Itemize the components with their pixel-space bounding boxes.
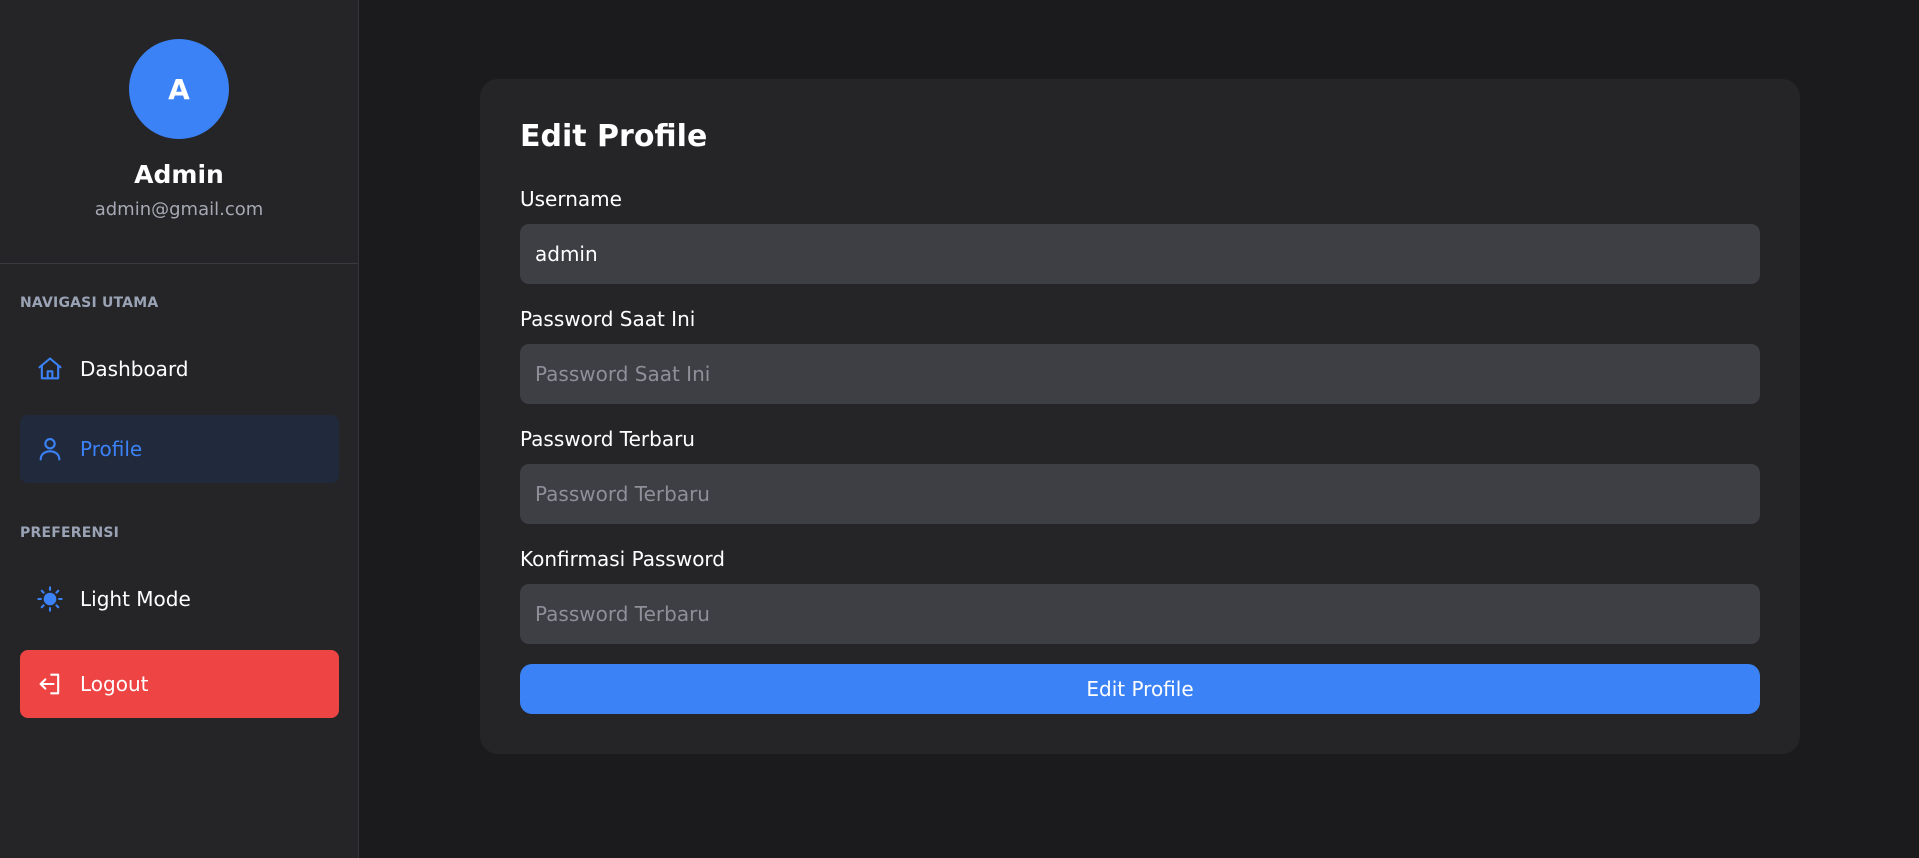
new-password-label: Password Terbaru	[520, 427, 695, 451]
sidebar-item-label: Profile	[80, 437, 143, 461]
sidebar-item-profile[interactable]: Profile	[20, 415, 339, 483]
current-password-label: Password Saat Ini	[520, 307, 696, 331]
user-icon	[35, 434, 65, 464]
username-label: Username	[520, 187, 622, 211]
edit-profile-card: Edit Profile Username Password Saat Ini …	[480, 79, 1800, 754]
user-email: admin@gmail.com	[94, 199, 264, 220]
light-mode-toggle[interactable]: Light Mode	[20, 565, 339, 633]
page-title: Edit Profile	[520, 119, 708, 154]
username-field[interactable]	[520, 224, 1760, 284]
section-label-preferences: PREFERENSI	[20, 525, 120, 541]
new-password-field[interactable]	[520, 464, 1760, 524]
avatar: A	[129, 39, 229, 139]
confirm-password-field[interactable]	[520, 584, 1760, 644]
edit-profile-button[interactable]: Edit Profile	[520, 664, 1760, 714]
sidebar-profile: A Admin admin@gmail.com	[0, 0, 358, 264]
sidebar-item-dashboard[interactable]: Dashboard	[20, 335, 339, 403]
home-icon	[35, 354, 65, 384]
sidebar: A Admin admin@gmail.com NAVIGASI UTAMA D…	[0, 0, 359, 858]
sidebar-item-label: Dashboard	[80, 357, 189, 381]
sun-icon	[35, 584, 65, 614]
sidebar-item-label: Logout	[80, 672, 149, 696]
confirm-password-label: Konfirmasi Password	[520, 547, 725, 571]
logout-button[interactable]: Logout	[20, 650, 339, 718]
sidebar-item-label: Light Mode	[80, 587, 191, 611]
current-password-field[interactable]	[520, 344, 1760, 404]
logout-icon	[35, 669, 65, 699]
user-name: Admin	[134, 160, 224, 189]
section-label-main-nav: NAVIGASI UTAMA	[20, 295, 159, 311]
